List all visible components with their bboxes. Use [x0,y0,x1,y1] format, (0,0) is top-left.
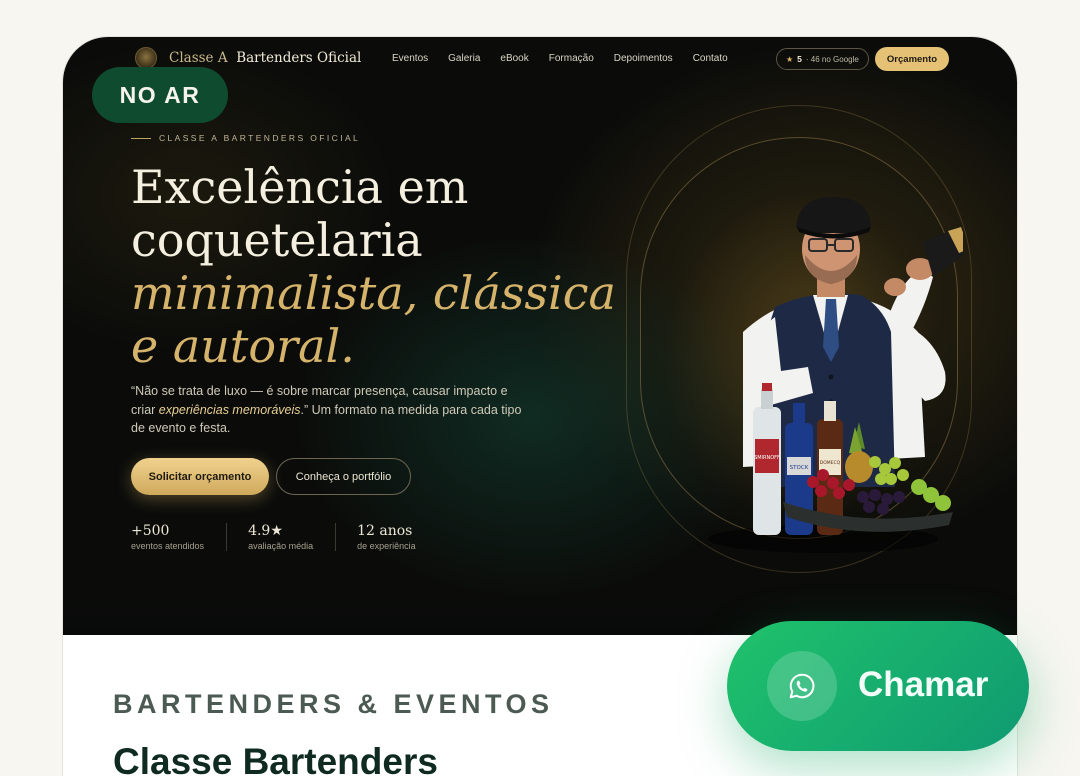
portfolio-button[interactable]: Conheça o portfólio [276,458,411,495]
hero-title: Excelência em coquetelaria minimalista, … [131,161,616,373]
stat-events: +500 eventos atendidos [131,523,228,551]
live-badge: NO AR [92,67,228,123]
star-icon: ★ [786,54,794,64]
hero-lead: “Não se trata de luxo — é sobre marcar p… [131,382,531,438]
nav-link-galeria[interactable]: Galeria [448,53,480,64]
nav-quote-button[interactable]: Orçamento [875,47,949,71]
whatsapp-label: Chamar [858,665,989,704]
brand-emblem-icon[interactable] [135,47,157,69]
google-rating-pill[interactable]: ★ 5 · 46 no Google [776,48,869,70]
nav-link-ebook[interactable]: eBook [500,53,528,64]
whatsapp-call-button[interactable]: Chamar [727,621,1029,751]
stat-rating: 4.9★ avaliação média [248,523,337,551]
nav-link-eventos[interactable]: Eventos [392,53,428,64]
bottle-label-domecq: DOMECQ [820,460,841,466]
nav-links: Eventos Galeria eBook Formação Depoiment… [392,53,728,64]
nav-link-depoimentos[interactable]: Depoimentos [614,53,673,64]
nav-link-formacao[interactable]: Formação [549,53,594,64]
hero-title-line4: e autoral. [131,319,355,373]
whatsapp-icon-circle [767,651,837,721]
stat-label: avaliação média [248,541,314,551]
bottle-label-stock: STOCK [790,465,809,471]
stat-label: eventos atendidos [131,541,205,551]
rating-value: 5 [797,54,802,64]
section-kicker: BARTENDERS & EVENTOS [113,689,554,719]
bottle-label-smirnoff: SMIRNOFF [754,455,780,461]
brand-logo[interactable]: Classe A Bartenders Oficial [169,50,361,66]
whatsapp-icon [789,673,815,699]
hero-stats: +500 eventos atendidos 4.9★ avaliação mé… [131,523,459,551]
nav-link-contato[interactable]: Contato [693,53,728,64]
section-title: Classe Bartenders [113,741,438,776]
hero-title-line3: minimalista, clássica [131,266,616,320]
stat-value: 4.9★ [248,523,283,539]
kicker-line [131,137,151,139]
stat-value: 12 anos [357,523,413,539]
brand-name: Bartenders Oficial [236,50,362,66]
hero-kicker: CLASSE A BARTENDERS OFICIAL [131,133,360,143]
rating-text: · 46 no Google [805,54,859,64]
brand-prefix: Classe A [169,50,228,66]
bartender-photo: SMIRNOFF STOCK DOMECQ [708,197,963,553]
stat-value: +500 [131,523,170,539]
request-quote-button[interactable]: Solicitar orçamento [131,458,269,495]
kicker-text: CLASSE A BARTENDERS OFICIAL [159,133,361,143]
stat-label: de experiência [357,541,416,551]
stat-experience: 12 anos de experiência [357,523,438,551]
hero-section: Classe A Bartenders Oficial Eventos Gale… [63,37,1017,635]
lead-emphasis: experiências memoráveis [158,402,301,417]
hero-title-line2: coquetelaria [131,213,423,267]
hero-title-line1: Excelência em [131,160,469,214]
